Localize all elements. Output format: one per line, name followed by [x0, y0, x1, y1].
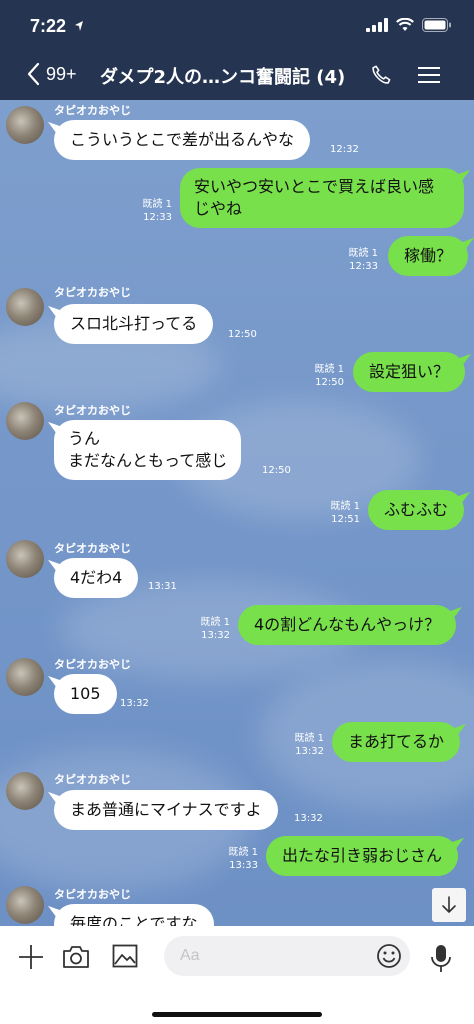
- status-time: 7:22: [30, 16, 67, 36]
- arrow-down-icon: [442, 896, 456, 913]
- home-indicator[interactable]: [152, 1012, 322, 1017]
- read-receipt: 既読 1: [294, 733, 324, 744]
- chat-title: ダメプ2人の…ンコ奮闘記 (4): [100, 67, 346, 88]
- message-bubble[interactable]: 4だわ4: [54, 558, 139, 598]
- location-arrow-icon: [75, 21, 83, 31]
- sender-name: タピオカおやじ: [54, 888, 131, 901]
- message-bubble[interactable]: まあ普通にマイナスですよ: [54, 790, 278, 830]
- message-time: 13:32: [120, 698, 149, 709]
- message-bubble[interactable]: こういうとこで差が出るんやな: [54, 120, 311, 160]
- plus-icon: [19, 945, 43, 969]
- message-time: 13:32: [295, 746, 324, 757]
- message-time: 12:51: [331, 514, 360, 525]
- message-time: 12:50: [262, 465, 291, 476]
- message-bubble[interactable]: 毎度のことですな: [54, 904, 214, 926]
- read-receipt: 既読 1: [348, 248, 378, 259]
- message-bubble[interactable]: スロ北斗打ってる: [54, 304, 214, 344]
- emoji-button[interactable]: [376, 943, 402, 973]
- unread-count: 99+: [46, 63, 77, 84]
- avatar[interactable]: [6, 772, 44, 810]
- avatar[interactable]: [6, 106, 44, 144]
- message-time: 12:32: [330, 144, 359, 155]
- avatar[interactable]: [6, 886, 44, 924]
- cellular-signal-icon: [366, 18, 388, 32]
- message-bubble[interactable]: 設定狙い？: [353, 352, 466, 392]
- sender-name: タピオカおやじ: [54, 658, 131, 671]
- sender-name: タピオカおやじ: [54, 542, 131, 555]
- photo-button[interactable]: [112, 944, 138, 972]
- message-bubble[interactable]: 4の割どんなもんやっけ？: [238, 605, 457, 645]
- avatar[interactable]: [6, 540, 44, 578]
- hamburger-menu-icon: [418, 67, 440, 83]
- read-receipt: 既読 1: [142, 199, 172, 210]
- message-input[interactable]: Aa: [164, 936, 410, 976]
- sender-name: タピオカおやじ: [54, 404, 131, 417]
- message-bubble[interactable]: 出たな引き弱おじさん: [266, 836, 459, 876]
- sender-name: タピオカおやじ: [54, 104, 131, 117]
- call-button[interactable]: [370, 64, 392, 90]
- message-bubble[interactable]: ふむふむ: [368, 490, 465, 530]
- input-placeholder: Aa: [180, 947, 200, 964]
- message-time: 13:32: [201, 630, 230, 641]
- avatar[interactable]: [6, 402, 44, 440]
- camera-icon: [63, 946, 89, 968]
- sender-name: タピオカおやじ: [54, 773, 131, 786]
- message-input-bar: Aa: [0, 926, 474, 1024]
- read-receipt: 既読 1: [314, 364, 344, 375]
- status-bar: 7:22: [0, 0, 474, 50]
- chat-header: 99+ ダメプ2人の…ンコ奮闘記 (4): [0, 50, 474, 100]
- menu-button[interactable]: [418, 66, 440, 88]
- read-receipt: 既読 1: [330, 501, 360, 512]
- chat-area[interactable]: タピオカおやじ こういうとこで差が出るんやな 12:32 安いやつ安いとこで買え…: [0, 100, 474, 926]
- message-time: 12:33: [349, 261, 378, 272]
- image-icon: [112, 944, 138, 968]
- camera-button[interactable]: [62, 944, 90, 974]
- phone-icon: [372, 65, 391, 84]
- message-bubble[interactable]: 105: [54, 674, 117, 714]
- scroll-to-bottom-button[interactable]: [432, 888, 466, 922]
- message-time: 13:31: [148, 581, 177, 592]
- message-time: 12:33: [143, 212, 172, 223]
- status-icons: [366, 18, 452, 32]
- read-receipt: 既読 1: [200, 617, 230, 628]
- avatar[interactable]: [6, 658, 44, 696]
- message-bubble[interactable]: うん まだなんともって感じ: [54, 420, 242, 480]
- read-receipt: 既読 1: [228, 847, 258, 858]
- voice-button[interactable]: [430, 944, 452, 978]
- add-button[interactable]: [18, 944, 44, 974]
- battery-icon: [422, 18, 451, 32]
- microphone-icon: [431, 945, 451, 972]
- message-bubble[interactable]: 安いやつ安いとこで買えば良い感 じやね: [180, 168, 464, 228]
- chevron-left-icon: [27, 62, 40, 86]
- message-time: 12:50: [228, 329, 257, 340]
- back-button[interactable]: 99+: [26, 62, 77, 86]
- message-time: 13:32: [294, 813, 323, 824]
- sender-name: タピオカおやじ: [54, 286, 131, 299]
- message-time: 13:33: [229, 860, 258, 871]
- wifi-icon: [396, 18, 414, 31]
- emoji-icon: [377, 944, 401, 968]
- message-bubble[interactable]: まあ打てるか: [332, 722, 461, 762]
- message-time: 12:50: [315, 377, 344, 388]
- avatar[interactable]: [6, 288, 44, 326]
- message-bubble[interactable]: 稼働？: [388, 236, 469, 276]
